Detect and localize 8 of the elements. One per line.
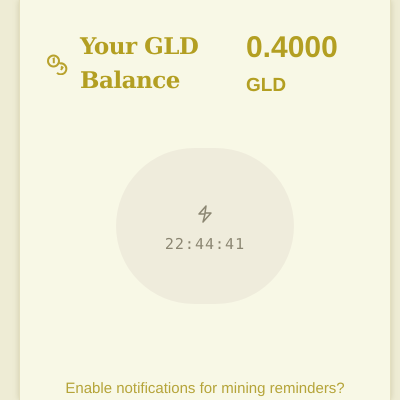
balance-title: Your GLD Balance [80, 32, 200, 96]
balance-amount: 0.4000 [246, 30, 338, 66]
coins-icon [46, 53, 68, 75]
lightning-icon [197, 204, 213, 222]
balance-unit: GLD [246, 74, 288, 98]
mining-timer: 22:44:41 [164, 234, 246, 254]
notification-link[interactable]: Enable notifications for mining reminders? [65, 378, 345, 400]
mining-button[interactable]: 22:44:41 [116, 148, 294, 304]
